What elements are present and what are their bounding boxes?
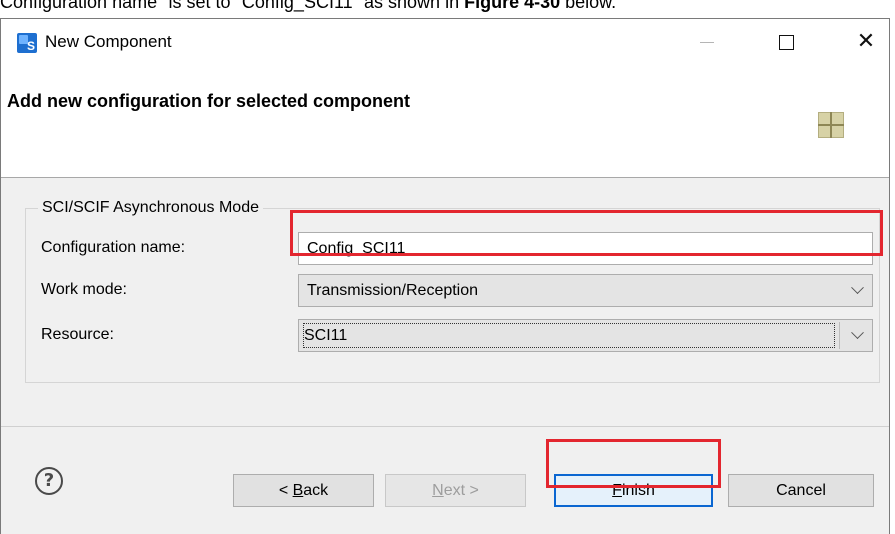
app-icon-letter: S — [26, 39, 35, 53]
button-bar: ? < Back Next > Finish Cancel — [1, 427, 889, 534]
window-title: New Component — [45, 32, 172, 51]
close-button[interactable]: ✕ — [843, 19, 889, 65]
caption-text-end: below. — [560, 0, 617, 12]
caption-figure-ref: Figure 4-30 — [464, 0, 561, 12]
chevron-down-icon — [848, 320, 866, 351]
wizard-header: Add new configuration for selected compo… — [1, 69, 889, 177]
document-caption: Configuration name" is set to "Config_SC… — [0, 0, 895, 12]
help-icon[interactable]: ? — [35, 467, 63, 495]
next-button-mnemonic: N — [432, 482, 444, 499]
group-legend: SCI/SCIF Asynchronous Mode — [38, 197, 263, 219]
chevron-down-icon — [848, 275, 866, 306]
component-grid-icon — [818, 112, 844, 138]
next-button[interactable]: Next > — [385, 474, 526, 507]
config-name-highlight — [290, 210, 883, 256]
select-separator — [839, 322, 840, 349]
resource-value: SCI11 — [303, 323, 835, 348]
resource-label: Resource: — [41, 326, 114, 343]
config-name-label: Configuration name: — [41, 239, 186, 256]
cancel-button[interactable]: Cancel — [728, 474, 874, 507]
finish-highlight — [546, 439, 721, 488]
back-button[interactable]: < Back — [233, 474, 374, 507]
back-button-mnemonic: B — [292, 482, 304, 499]
work-mode-label: Work mode: — [41, 281, 127, 298]
title-bar[interactable]: S New Component ✕ — [1, 19, 889, 69]
work-mode-value: Transmission/Reception — [307, 282, 479, 299]
page-title: Add new configuration for selected compo… — [7, 91, 411, 111]
minimize-button — [684, 19, 730, 65]
resource-select[interactable]: SCI11 — [298, 319, 873, 352]
back-button-label: ack — [303, 482, 329, 499]
caption-text: Configuration name" is set to "Config_SC… — [0, 0, 465, 12]
new-component-dialog: S New Component ✕ Add new configuration … — [0, 18, 890, 534]
back-button-prefix: < — [278, 482, 293, 499]
work-mode-select[interactable]: Transmission/Reception — [298, 274, 873, 307]
app-icon: S — [17, 33, 37, 53]
next-button-label: ext > — [443, 482, 479, 499]
maximize-button[interactable] — [763, 19, 809, 65]
